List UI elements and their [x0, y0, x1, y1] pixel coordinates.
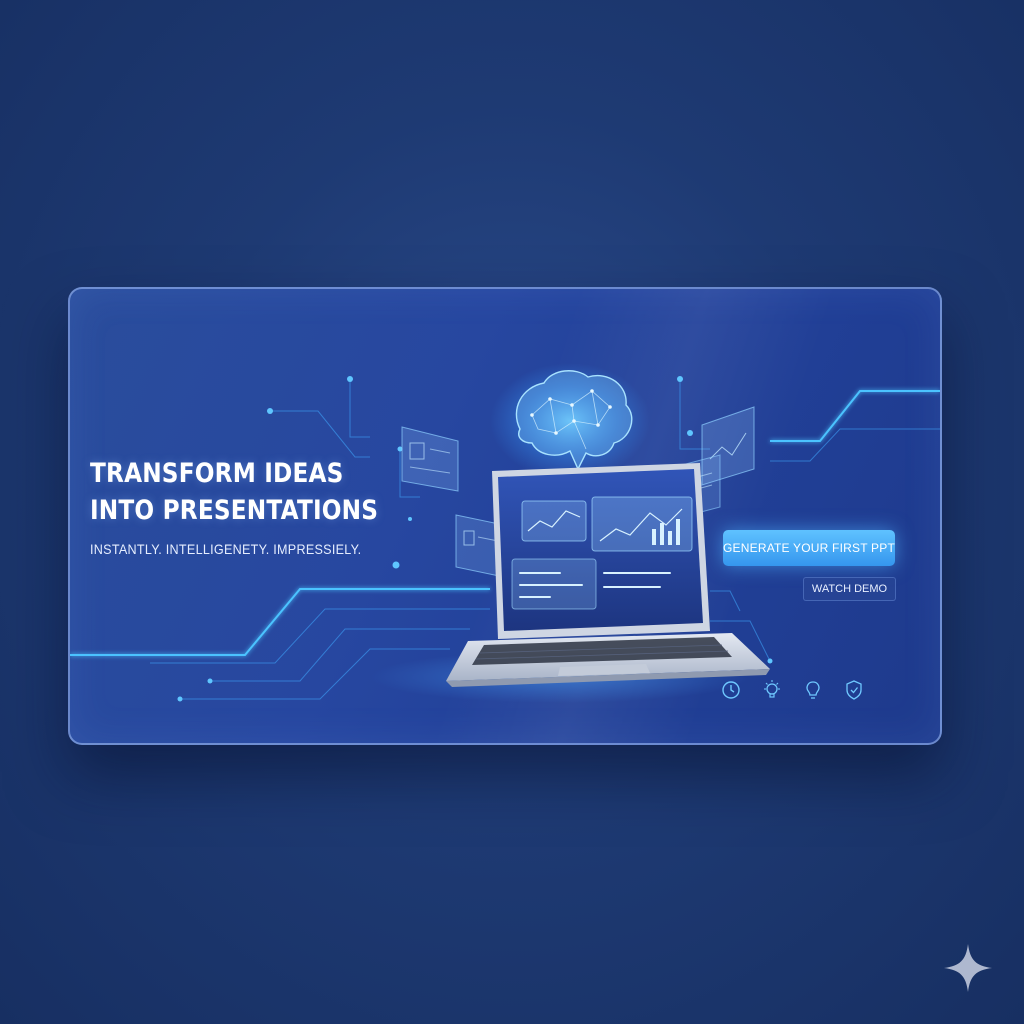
headline-line-2: INTO PRESENTATIONS: [90, 495, 379, 526]
headline: TRANSFORM IDEAS INTO PRESENTATIONS: [90, 455, 378, 529]
lightbulb-icon: [806, 681, 820, 699]
shield-icon: [846, 680, 862, 700]
sparkle-icon: [944, 944, 992, 992]
clock-icon: [722, 681, 740, 699]
headline-line-1: TRANSFORM IDEAS: [90, 458, 344, 489]
hero-illustration: [370, 363, 770, 703]
generate-first-ppt-button[interactable]: GENERATE YOUR FIRST PPT: [723, 530, 895, 566]
floating-slide-left-1: [401, 426, 459, 492]
brain-network-icon: [490, 363, 650, 479]
tagline: INSTANTLY. INTELLIGENETY. IMPRESSIELY.: [90, 541, 362, 557]
feature-icons: [720, 679, 865, 701]
hero-banner: TRANSFORM IDEAS INTO PRESENTATIONS INSTA…: [68, 287, 942, 745]
lightbulb-spark-icon: [764, 680, 780, 698]
watch-demo-button[interactable]: WATCH DEMO: [803, 577, 896, 601]
